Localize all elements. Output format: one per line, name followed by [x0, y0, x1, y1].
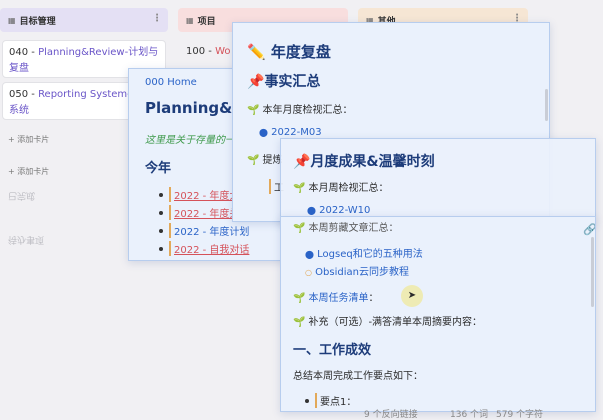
list-item[interactable]: 2022 - 年度计划 — [159, 223, 249, 238]
word-count: 136 个词 — [450, 410, 489, 420]
text-line: 🌱 补充（可选）-满答清单本周摘要内容： — [293, 317, 483, 328]
ghost-card-label: 已完成 — [8, 190, 36, 200]
grid-icon: ▦ — [8, 15, 16, 25]
week-link[interactable]: ⬤ 2022-W10 — [307, 205, 370, 216]
section-heading: 📌事实汇总 — [247, 74, 321, 90]
text-line: 总结本周完成工作要点如下： — [293, 371, 423, 382]
hover-preview-week[interactable]: 🌱 本周剪藏文章汇总： 🔗 ⬤ Logseq和它的五种用法 ○ Obsidian云… — [280, 216, 596, 412]
sprout-icon: 🌱 — [247, 155, 260, 166]
link-bullet-icon: ⬤ — [259, 128, 268, 137]
list-item[interactable]: 2022 - 年度大 — [159, 187, 239, 202]
breadcrumb[interactable]: 000 Home — [145, 77, 197, 88]
sprout-icon: 🌱 — [247, 105, 260, 116]
pencil-icon: ✏️ — [247, 43, 266, 61]
text-line: 🌱 提炼 — [247, 155, 283, 166]
task-list-line: 🌱 本周任务清单： — [293, 293, 379, 304]
add-card-button[interactable]: + 添加卡片 — [8, 134, 49, 145]
month-link[interactable]: ⬤ 2022-M03 — [259, 127, 322, 138]
sprout-icon: 🌱 — [293, 183, 306, 194]
text-line: 🌱 本月周检视汇总： — [293, 183, 389, 194]
pin-icon: 📌 — [293, 154, 311, 170]
clipping-link[interactable]: ⬤ Logseq和它的五种用法 — [305, 245, 423, 260]
link-bullet-icon: ⬤ — [305, 250, 314, 259]
char-count: 579 个字符 — [496, 410, 544, 420]
sprout-icon: 🌱 — [293, 223, 306, 234]
backlinks-count[interactable]: 9 个反向链接 — [364, 407, 418, 420]
link-bullet-icon: ○ — [305, 268, 312, 277]
list-item[interactable]: 2022 - 自我对话 — [159, 241, 249, 256]
grid-icon: ▦ — [186, 15, 194, 25]
add-card-button[interactable]: + 添加卡片 — [8, 166, 49, 177]
scrollbar[interactable] — [545, 89, 548, 121]
link-bullet-icon: ⬤ — [307, 206, 316, 215]
bullet-icon — [305, 398, 309, 403]
scrollbar[interactable] — [591, 237, 594, 307]
sprout-icon: 🌱 — [293, 317, 306, 328]
kanban-card[interactable]: 100 - Wo — [180, 40, 240, 64]
cursor-icon: ➤ — [401, 285, 423, 307]
link-icon[interactable]: 🔗 — [583, 223, 595, 236]
sprout-icon: 🌱 — [293, 293, 306, 304]
text-line: 🌱 本周剪藏文章汇总： — [293, 223, 399, 234]
list-item[interactable]: 要点1： — [305, 393, 356, 408]
italic-note: 这里是关于存量的一 — [145, 135, 235, 146]
page-title: 📌月度成果&温馨时刻 — [293, 154, 435, 170]
bullet-icon — [159, 210, 163, 215]
page-title: ✏️ 年度复盘 — [247, 43, 331, 61]
section-heading: 一、工作成效 — [293, 343, 372, 358]
bullet-icon — [159, 228, 163, 233]
text-line: 🌱 本年月度检视汇总： — [247, 105, 353, 116]
bullet-icon — [159, 192, 163, 197]
more-icon[interactable]: ⋮ — [152, 13, 162, 24]
bullet-icon — [159, 246, 163, 251]
page-title: Planning&R — [145, 99, 244, 117]
hover-preview-month[interactable]: 📌月度成果&温馨时刻 🌱 本月周检视汇总： ⬤ 2022-W10 — [280, 138, 596, 224]
pin-icon: 📌 — [247, 74, 265, 90]
clipping-link[interactable]: ○ Obsidian云同步教程 — [305, 263, 409, 278]
ghost-card-label: 待办事项 — [8, 234, 45, 244]
column-header-goals[interactable]: ▦ 目标管理 ⋮ — [0, 8, 168, 32]
section-heading: 今年 — [145, 161, 172, 176]
